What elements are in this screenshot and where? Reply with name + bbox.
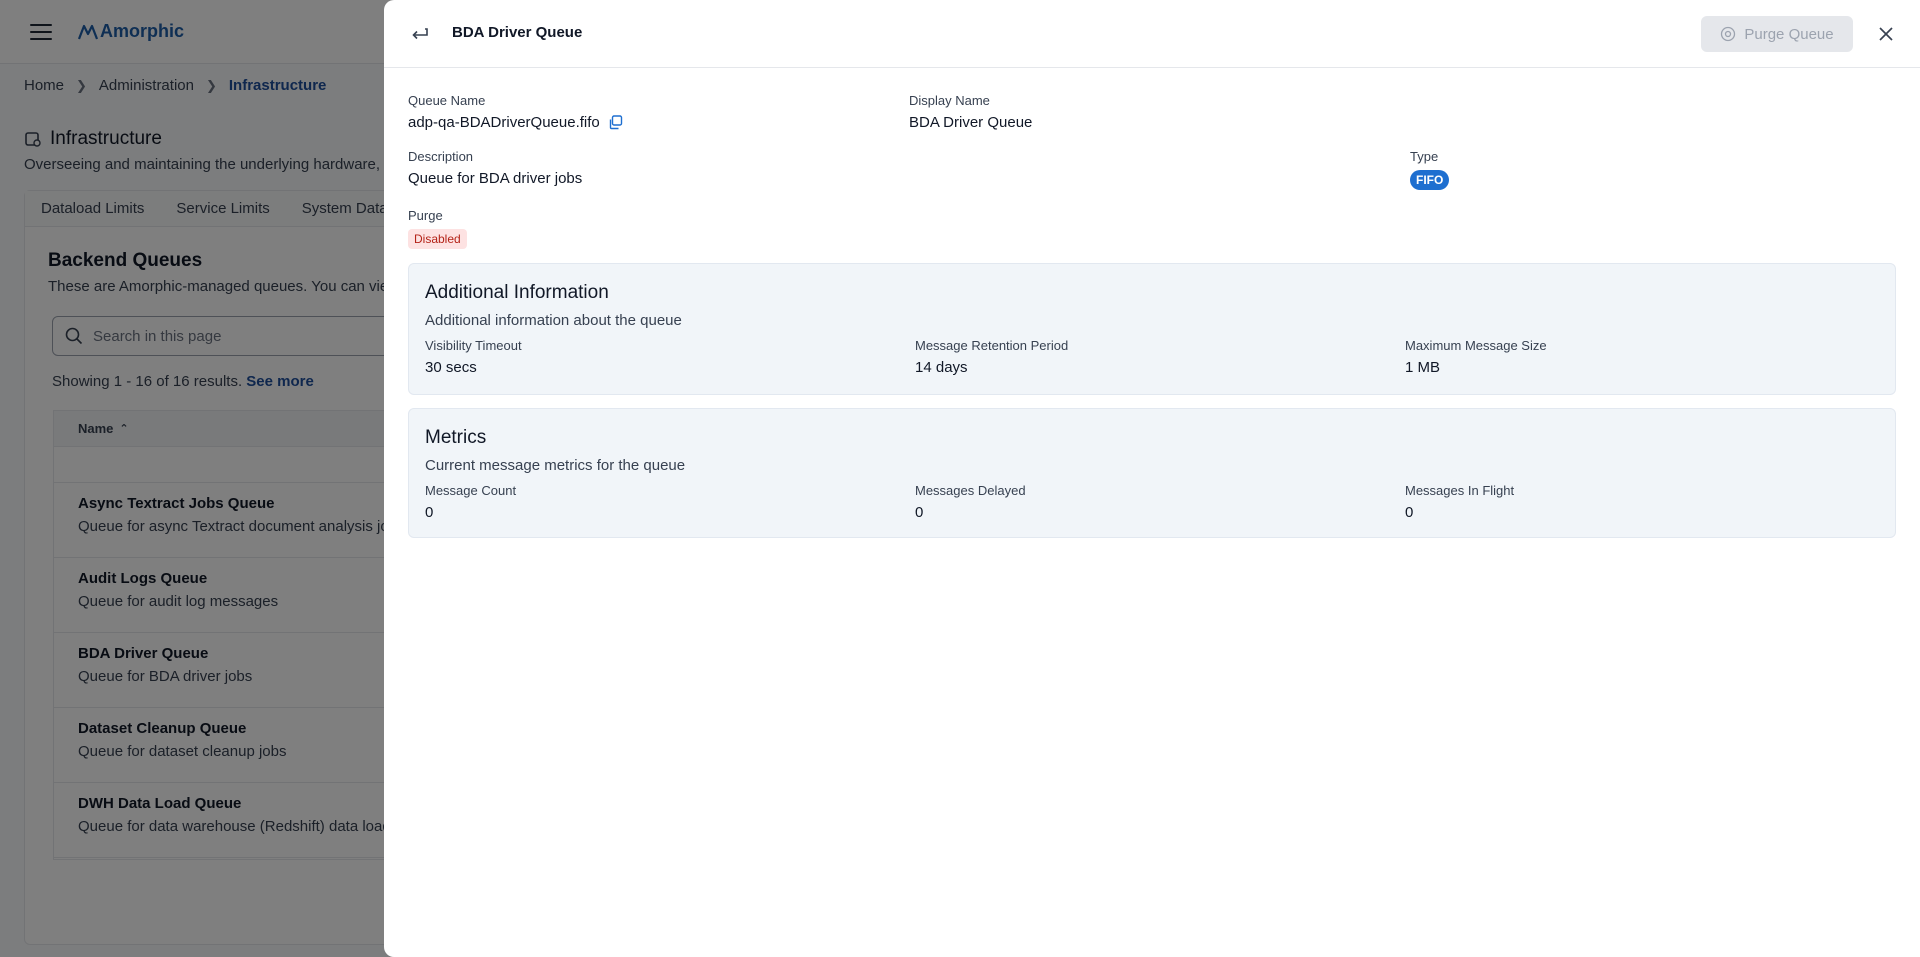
- message-count-label: Message Count: [425, 483, 517, 498]
- copy-icon[interactable]: [608, 115, 623, 130]
- visibility-timeout-value: 30 secs: [425, 359, 477, 376]
- queue-name-value: adp-qa-BDADriverQueue.fifo: [408, 114, 600, 131]
- messages-delayed: Messages Delayed 0: [915, 483, 1026, 521]
- messages-delayed-value: 0: [915, 504, 924, 521]
- metrics-subtitle: Current message metrics for the queue: [425, 457, 686, 474]
- close-button[interactable]: [1874, 22, 1898, 46]
- description-value: Queue for BDA driver jobs: [408, 170, 583, 187]
- close-icon: [1879, 27, 1893, 41]
- message-retention-period: Message Retention Period 14 days: [915, 338, 1068, 376]
- queue-details-drawer: BDA Driver Queue Purge Queue Queue Name …: [384, 0, 1920, 957]
- message-count-value: 0: [425, 504, 434, 521]
- message-retention-label: Message Retention Period: [915, 338, 1069, 353]
- additional-info-subtitle: Additional information about the queue: [425, 312, 682, 329]
- queue-name-label: Queue Name: [408, 93, 486, 108]
- maximum-message-size: Maximum Message Size 1 MB: [1405, 338, 1547, 376]
- messages-in-flight-label: Messages In Flight: [1405, 483, 1515, 498]
- metrics-card: Metrics Current message metrics for the …: [408, 408, 1896, 538]
- back-button[interactable]: [408, 22, 432, 46]
- drawer-header: BDA Driver Queue Purge Queue: [384, 0, 1920, 68]
- drawer-title: BDA Driver Queue: [452, 24, 583, 41]
- description-field: Description Queue for BDA driver jobs: [408, 149, 582, 187]
- purge-label: Purge: [408, 208, 443, 223]
- queue-name-field: Queue Name adp-qa-BDADriverQueue.fifo: [408, 93, 623, 131]
- messages-in-flight: Messages In Flight 0: [1405, 483, 1514, 521]
- description-label: Description: [408, 149, 474, 164]
- purge-field: Purge Disabled: [408, 208, 467, 249]
- type-field: Type FIFO: [1410, 149, 1450, 190]
- purge-queue-button[interactable]: Purge Queue: [1701, 16, 1853, 52]
- visibility-timeout: Visibility Timeout 30 secs: [425, 338, 522, 376]
- purge-icon: [1721, 26, 1736, 42]
- message-retention-value: 14 days: [915, 359, 968, 376]
- max-message-size-label: Maximum Message Size: [1405, 338, 1547, 353]
- purge-queue-label: Purge Queue: [1744, 25, 1834, 43]
- metrics-title: Metrics: [425, 427, 487, 448]
- display-name-field: Display Name BDA Driver Queue: [909, 93, 1032, 131]
- purge-status-badge: Disabled: [408, 229, 467, 249]
- display-name-label: Display Name: [909, 93, 990, 108]
- type-badge: FIFO: [1410, 170, 1450, 190]
- return-arrow-icon: [412, 28, 428, 40]
- additional-information-card: Additional Information Additional inform…: [408, 263, 1896, 395]
- messages-delayed-label: Messages Delayed: [915, 483, 1026, 498]
- max-message-size-value: 1 MB: [1405, 359, 1441, 376]
- type-label: Type: [1410, 149, 1439, 164]
- message-count: Message Count 0: [425, 483, 516, 521]
- messages-in-flight-value: 0: [1405, 504, 1414, 521]
- display-name-value: BDA Driver Queue: [909, 114, 1033, 131]
- visibility-timeout-label: Visibility Timeout: [425, 338, 522, 353]
- additional-info-title: Additional Information: [425, 282, 609, 303]
